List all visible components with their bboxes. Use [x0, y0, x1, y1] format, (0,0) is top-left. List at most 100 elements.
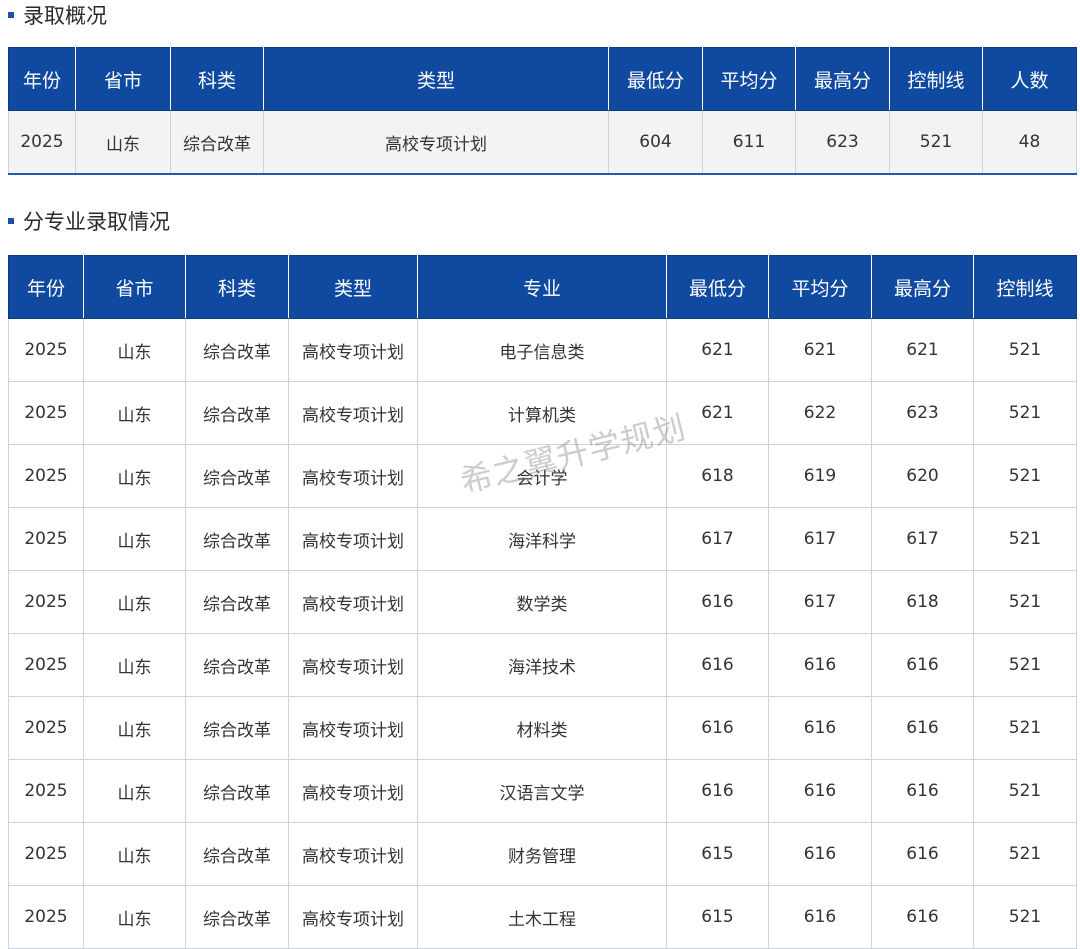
cell-avg-score: 616 — [768, 633, 872, 697]
cell-max-score: 616 — [871, 759, 974, 823]
cell-type: 高校专项计划 — [288, 696, 418, 760]
table-row: 2025 山东 综合改革 高校专项计划 604 611 623 521 48 — [8, 110, 1077, 175]
col-header-year: 年份 — [8, 47, 76, 111]
col-header-year: 年份 — [8, 255, 84, 319]
cell-type: 高校专项计划 — [288, 318, 418, 382]
cell-year: 2025 — [8, 318, 84, 382]
cell-major: 会计学 — [417, 444, 667, 508]
cell-min-score: 616 — [666, 570, 769, 634]
cell-subject: 综合改革 — [185, 444, 289, 508]
cell-min-score: 616 — [666, 633, 769, 697]
cell-year: 2025 — [8, 444, 84, 508]
cell-subject: 综合改革 — [185, 759, 289, 823]
cell-min-score: 621 — [666, 318, 769, 382]
cell-avg-score: 611 — [702, 110, 796, 175]
col-header-min-score: 最低分 — [608, 47, 703, 111]
section-marker-icon — [8, 12, 14, 18]
cell-subject: 综合改革 — [185, 696, 289, 760]
cell-year: 2025 — [8, 822, 84, 886]
cell-type: 高校专项计划 — [288, 822, 418, 886]
cell-min-score: 621 — [666, 381, 769, 445]
cell-control-line: 521 — [973, 570, 1077, 634]
cell-type: 高校专项计划 — [288, 444, 418, 508]
overview-header-row: 年份 省市 科类 类型 最低分 平均分 最高分 控制线 人数 — [8, 47, 1077, 111]
cell-province: 山东 — [83, 696, 186, 760]
col-header-province: 省市 — [75, 47, 171, 111]
cell-major: 数学类 — [417, 570, 667, 634]
cell-control-line: 521 — [973, 822, 1077, 886]
cell-year: 2025 — [8, 633, 84, 697]
cell-type: 高校专项计划 — [288, 885, 418, 949]
table-row: 2025 山东 综合改革 高校专项计划 汉语言文学 616 616 616 52… — [8, 759, 1077, 823]
col-header-major: 专业 — [417, 255, 667, 319]
cell-avg-score: 621 — [768, 318, 872, 382]
col-header-max-score: 最高分 — [871, 255, 974, 319]
cell-max-score: 616 — [871, 822, 974, 886]
cell-type: 高校专项计划 — [288, 507, 418, 571]
table-row: 2025 山东 综合改革 高校专项计划 材料类 616 616 616 521 — [8, 696, 1077, 760]
cell-year: 2025 — [8, 110, 76, 175]
cell-max-score: 616 — [871, 885, 974, 949]
cell-province: 山东 — [83, 507, 186, 571]
cell-major: 财务管理 — [417, 822, 667, 886]
cell-avg-score: 622 — [768, 381, 872, 445]
cell-count: 48 — [982, 110, 1077, 175]
table-row: 2025 山东 综合改革 高校专项计划 数学类 616 617 618 521 — [8, 570, 1077, 634]
col-header-count: 人数 — [982, 47, 1077, 111]
cell-avg-score: 619 — [768, 444, 872, 508]
cell-major: 海洋科学 — [417, 507, 667, 571]
cell-province: 山东 — [83, 885, 186, 949]
cell-type: 高校专项计划 — [288, 633, 418, 697]
cell-max-score: 623 — [795, 110, 890, 175]
col-header-min-score: 最低分 — [666, 255, 769, 319]
cell-avg-score: 616 — [768, 885, 872, 949]
cell-max-score: 621 — [871, 318, 974, 382]
cell-type: 高校专项计划 — [263, 110, 609, 175]
cell-type: 高校专项计划 — [288, 570, 418, 634]
cell-subject: 综合改革 — [185, 885, 289, 949]
cell-province: 山东 — [83, 381, 186, 445]
cell-province: 山东 — [83, 633, 186, 697]
cell-major: 汉语言文学 — [417, 759, 667, 823]
cell-max-score: 620 — [871, 444, 974, 508]
cell-subject: 综合改革 — [185, 633, 289, 697]
cell-province: 山东 — [83, 318, 186, 382]
cell-subject: 综合改革 — [185, 318, 289, 382]
majors-title-text: 分专业录取情况 — [23, 210, 170, 234]
cell-year: 2025 — [8, 696, 84, 760]
cell-min-score: 604 — [608, 110, 703, 175]
col-header-subject: 科类 — [170, 47, 264, 111]
cell-avg-score: 617 — [768, 570, 872, 634]
cell-subject: 综合改革 — [185, 570, 289, 634]
cell-avg-score: 616 — [768, 696, 872, 760]
cell-province: 山东 — [75, 110, 171, 175]
cell-control-line: 521 — [973, 318, 1077, 382]
cell-control-line: 521 — [973, 885, 1077, 949]
overview-table: 年份 省市 科类 类型 最低分 平均分 最高分 控制线 人数 2025 山东 综… — [8, 47, 1077, 175]
table-row: 2025 山东 综合改革 高校专项计划 会计学 618 619 620 521 — [8, 444, 1077, 508]
cell-subject: 综合改革 — [185, 381, 289, 445]
cell-min-score: 616 — [666, 759, 769, 823]
table-row: 2025 山东 综合改革 高校专项计划 电子信息类 621 621 621 52… — [8, 318, 1077, 382]
cell-min-score: 617 — [666, 507, 769, 571]
col-header-subject: 科类 — [185, 255, 289, 319]
cell-major: 电子信息类 — [417, 318, 667, 382]
majors-table: 年份 省市 科类 类型 专业 最低分 平均分 最高分 控制线 2025 山东 综… — [8, 255, 1077, 949]
cell-avg-score: 617 — [768, 507, 872, 571]
cell-max-score: 616 — [871, 633, 974, 697]
cell-avg-score: 616 — [768, 759, 872, 823]
cell-min-score: 618 — [666, 444, 769, 508]
cell-type: 高校专项计划 — [288, 759, 418, 823]
cell-max-score: 617 — [871, 507, 974, 571]
col-header-province: 省市 — [83, 255, 186, 319]
cell-max-score: 618 — [871, 570, 974, 634]
cell-control-line: 521 — [973, 759, 1077, 823]
cell-major: 海洋技术 — [417, 633, 667, 697]
majors-section-title: 分专业录取情况 — [8, 206, 170, 236]
table-row: 2025 山东 综合改革 高校专项计划 财务管理 615 616 616 521 — [8, 822, 1077, 886]
table-row: 2025 山东 综合改革 高校专项计划 海洋技术 616 616 616 521 — [8, 633, 1077, 697]
cell-avg-score: 616 — [768, 822, 872, 886]
cell-year: 2025 — [8, 507, 84, 571]
cell-subject: 综合改革 — [170, 110, 264, 175]
table-row: 2025 山东 综合改革 高校专项计划 计算机类 621 622 623 521 — [8, 381, 1077, 445]
